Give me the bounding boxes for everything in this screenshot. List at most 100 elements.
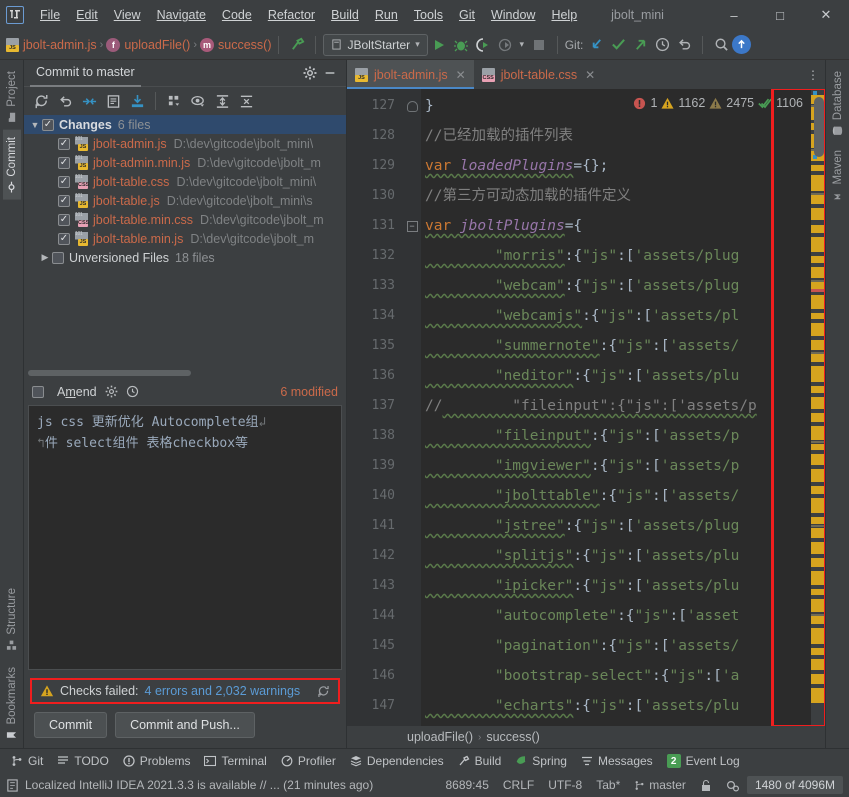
list-item[interactable]: jbolt-table.min.js D:\dev\gitcode\jbolt_… <box>24 229 346 248</box>
file-checkbox[interactable] <box>58 156 70 169</box>
memory-indicator[interactable]: 1480 of 4096M <box>746 776 843 794</box>
push-button[interactable] <box>629 34 651 56</box>
menu-code[interactable]: Code <box>214 4 260 26</box>
commit-button[interactable]: Commit <box>34 712 108 738</box>
tab-jbolt-admin-js[interactable]: jbolt-admin.js ✕ <box>347 60 474 89</box>
line-separator[interactable]: CRLF <box>496 778 541 792</box>
breadcrumb-item-uploadfile[interactable]: uploadFile() <box>407 730 473 744</box>
minimize-panel-icon[interactable] <box>320 63 340 83</box>
file-checkbox[interactable] <box>58 175 70 188</box>
unversioned-files-node[interactable]: ▶ Unversioned Files 18 files <box>24 248 346 267</box>
file-checkbox[interactable] <box>58 232 70 245</box>
commit-button[interactable] <box>607 34 629 56</box>
run-configuration-selector[interactable]: JBoltStarter ▾ <box>323 33 428 56</box>
git-branch-widget[interactable]: master <box>627 778 693 792</box>
search-everywhere-icon[interactable] <box>710 34 732 56</box>
group-by-icon[interactable] <box>163 90 185 112</box>
tool-window-spring[interactable]: Spring <box>508 751 574 771</box>
scrollbar-thumb[interactable] <box>28 369 192 376</box>
menu-view[interactable]: View <box>106 4 149 26</box>
show-diff-icon[interactable] <box>78 90 100 112</box>
more-options-icon[interactable]: ⋮ <box>807 60 825 89</box>
tool-window-todo[interactable]: TODO <box>50 751 115 771</box>
list-item[interactable]: jbolt-table.min.css D:\dev\gitcode\jbolt… <box>24 210 346 229</box>
editor-gutter[interactable]: 127 128 129 130 131 132 133 134 135 136 … <box>347 89 403 726</box>
changes-tree[interactable]: ▼ Changes 6 files jbolt-admin.js D:\dev\… <box>24 115 346 367</box>
minimize-button[interactable]: – <box>711 0 757 30</box>
fold-end-marker[interactable] <box>403 91 421 121</box>
refresh-changes-icon[interactable] <box>30 90 52 112</box>
unversioned-node-checkbox[interactable] <box>52 251 64 264</box>
fold-collapse-marker[interactable]: − <box>403 211 421 241</box>
expand-all-icon[interactable] <box>211 90 233 112</box>
menu-window[interactable]: Window <box>483 4 543 26</box>
checks-refresh-icon[interactable] <box>317 685 330 698</box>
commit-and-push-button[interactable]: Commit and Push... <box>115 712 255 738</box>
tool-window-messages[interactable]: Messages <box>574 751 660 771</box>
indent-setting[interactable]: Tab* <box>589 778 627 792</box>
menu-git[interactable]: Git <box>451 4 483 26</box>
tool-window-git[interactable]: Git <box>4 751 50 771</box>
list-item[interactable]: jbolt-table.js D:\dev\gitcode\jbolt_mini… <box>24 191 346 210</box>
list-item[interactable]: jbolt-admin.min.js D:\dev\gitcode\jbolt_… <box>24 153 346 172</box>
stop-button[interactable] <box>528 34 550 56</box>
tool-window-profiler[interactable]: Profiler <box>274 751 343 771</box>
menu-refactor[interactable]: Refactor <box>260 4 323 26</box>
sidebar-item-bookmarks[interactable]: Bookmarks <box>3 657 21 748</box>
tool-window-terminal[interactable]: Terminal <box>197 751 273 771</box>
navbar-crumb-method[interactable]: m success() <box>200 37 271 52</box>
tool-window-problems[interactable]: Problems <box>116 751 198 771</box>
list-item[interactable]: jbolt-table.css D:\dev\gitcode\jbolt_min… <box>24 172 346 191</box>
editor-breadcrumb[interactable]: uploadFile() › success() <box>347 726 825 748</box>
error-stripe-and-scrollbar[interactable] <box>811 89 825 726</box>
sidebar-item-database[interactable]: Database <box>829 64 847 143</box>
read-only-lock-icon[interactable] <box>693 779 719 792</box>
commit-message-input[interactable]: js css 更新优化 Autocomplete组↲ ↰件 select组件 表… <box>28 404 342 670</box>
changes-node-checkbox[interactable] <box>42 118 54 131</box>
collapse-all-icon[interactable] <box>235 90 257 112</box>
changes-horizontal-scrollbar[interactable] <box>24 367 346 379</box>
status-bar-message[interactable]: Localized IntelliJ IDEA 2021.3.3 is avai… <box>25 778 373 792</box>
tool-window-dependencies[interactable]: Dependencies <box>343 751 451 771</box>
file-checkbox[interactable] <box>58 137 70 150</box>
sidebar-item-maven[interactable]: Maven <box>829 143 847 208</box>
chevron-down-icon[interactable]: ▼ <box>28 120 42 130</box>
menu-help[interactable]: Help <box>543 4 585 26</box>
account-avatar[interactable] <box>732 35 752 54</box>
amend-checkbox[interactable] <box>32 385 44 398</box>
chevron-right-icon[interactable]: ▶ <box>38 252 52 263</box>
ide-update-icon[interactable] <box>6 778 19 792</box>
run-button[interactable] <box>428 34 450 56</box>
file-checkbox[interactable] <box>58 194 70 207</box>
code-content[interactable]: } //已经加载的插件列表 var loadedPlugins={}; //第三… <box>421 89 811 726</box>
breadcrumb-item-success[interactable]: success() <box>486 730 539 744</box>
scrollbar-track[interactable] <box>28 369 342 376</box>
inspection-widget[interactable]: 1 1162 2475 1106 <box>629 89 807 117</box>
editor-folding-column[interactable]: − <box>403 89 421 726</box>
navbar-crumb-file[interactable]: jbolt-admin.js <box>6 37 97 52</box>
checks-failed-banner[interactable]: Checks failed: 4 errors and 2,032 warnin… <box>30 678 340 704</box>
sidebar-item-commit[interactable]: Commit <box>2 129 21 200</box>
rollback-icon[interactable] <box>673 34 695 56</box>
chevron-down-icon[interactable]: ▾ <box>516 34 528 56</box>
close-icon[interactable]: ✕ <box>585 68 595 82</box>
tool-window-build[interactable]: Build <box>451 751 509 771</box>
tab-jbolt-table-css[interactable]: jbolt-table.css ✕ <box>474 60 604 89</box>
menu-navigate[interactable]: Navigate <box>149 4 214 26</box>
menu-file[interactable]: File <box>32 4 68 26</box>
changes-node[interactable]: ▼ Changes 6 files <box>24 115 346 134</box>
edit-source-icon[interactable] <box>102 90 124 112</box>
inspection-profile-icon[interactable] <box>719 779 747 792</box>
shelve-icon[interactable] <box>126 90 148 112</box>
menu-build[interactable]: Build <box>323 4 367 26</box>
close-button[interactable]: ✕ <box>803 0 849 30</box>
menu-edit[interactable]: Edit <box>68 4 106 26</box>
caret-position[interactable]: 8689:45 <box>438 778 495 792</box>
preview-diff-eye-icon[interactable] <box>187 90 209 112</box>
rollback-icon[interactable] <box>54 90 76 112</box>
update-project-button[interactable] <box>585 34 607 56</box>
list-item[interactable]: jbolt-admin.js D:\dev\gitcode\jbolt_mini… <box>24 134 346 153</box>
profile-button[interactable] <box>494 34 516 56</box>
commit-options-gear-icon[interactable] <box>105 385 118 398</box>
maximize-button[interactable]: □ <box>757 0 803 30</box>
